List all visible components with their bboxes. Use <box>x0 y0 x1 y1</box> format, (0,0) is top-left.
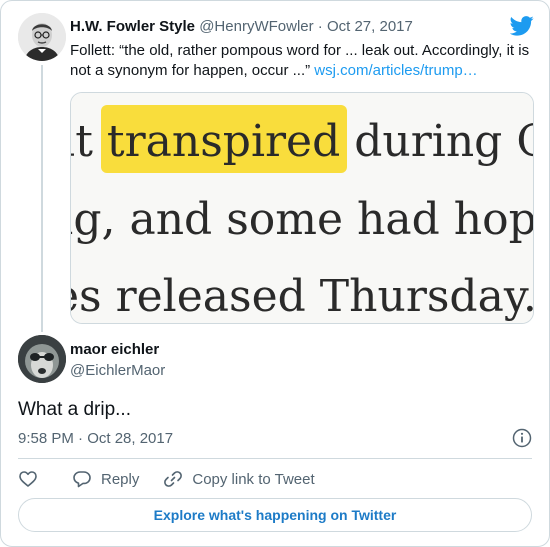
quoted-tweet-header: H.W. Fowler Style @HenryWFowler · Oct 27… <box>70 18 413 36</box>
quoted-author-avatar[interactable] <box>18 13 66 61</box>
tweet-timestamp[interactable]: 9:58 PM · Oct 28, 2017 <box>18 430 173 448</box>
thread-connector-line <box>41 65 43 332</box>
twitter-bird-icon[interactable] <box>510 16 534 36</box>
reply-button[interactable]: Reply <box>72 469 139 489</box>
header-separator: · <box>317 18 323 35</box>
info-icon[interactable] <box>512 428 532 448</box>
author-handle[interactable]: @EichlerMaor <box>70 362 165 380</box>
author-name[interactable]: maor eichler <box>70 341 159 359</box>
tweet-text: What a drip... <box>18 399 131 420</box>
author-avatar[interactable] <box>18 335 66 383</box>
reply-icon <box>73 471 91 488</box>
highlighted-word: transpired <box>107 116 340 167</box>
image-text-line-1: at transpired during O <box>71 116 533 167</box>
copy-link-button[interactable]: Copy link to Tweet <box>163 469 315 489</box>
copy-link-label: Copy link to Tweet <box>192 470 315 488</box>
image-text-line-2: ng, and some had hope <box>71 194 533 245</box>
heart-icon <box>19 471 37 487</box>
link-icon <box>164 471 183 487</box>
tweet-embed-card: H.W. Fowler Style @HenryWFowler · Oct 27… <box>0 0 550 547</box>
tweet-actions: Reply Copy link to Tweet <box>18 468 315 490</box>
quoted-tweet-text: Follett: “the old, rather pompous word f… <box>70 41 536 81</box>
actions-divider <box>18 458 532 459</box>
quoted-author-name[interactable]: H.W. Fowler Style <box>70 18 195 35</box>
image-text-line-3: es released Thursday. <box>71 271 533 322</box>
article-link[interactable]: wsj.com/articles/trump… <box>314 62 477 79</box>
quoted-tweet-date[interactable]: Oct 27, 2017 <box>327 18 413 35</box>
quoted-tweet-image[interactable]: at transpired during O ng, and some had … <box>70 92 534 324</box>
reply-label: Reply <box>101 470 140 488</box>
quoted-author-handle[interactable]: @HenryWFowler <box>199 18 313 35</box>
explore-twitter-button[interactable]: Explore what's happening on Twitter <box>18 498 532 532</box>
like-button[interactable] <box>18 469 38 489</box>
